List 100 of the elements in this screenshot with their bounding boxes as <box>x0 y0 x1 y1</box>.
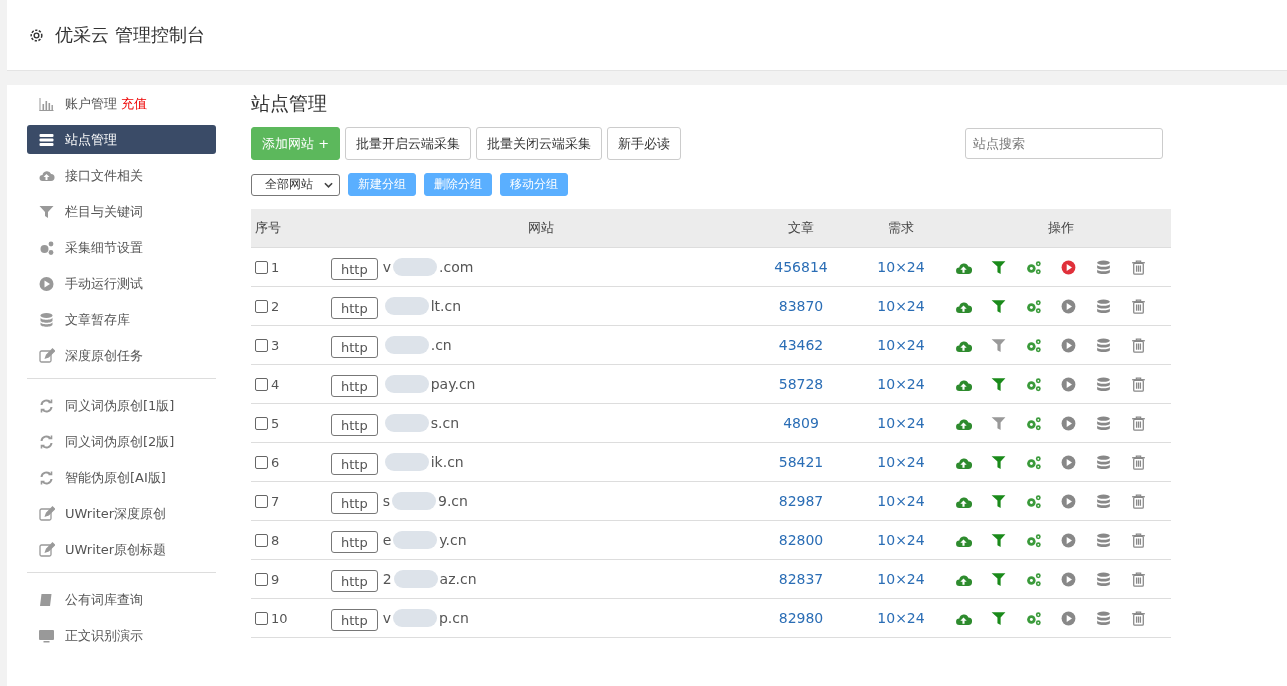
row-checkbox[interactable] <box>255 260 268 274</box>
trash-icon[interactable] <box>1130 259 1147 275</box>
sidebar-item[interactable]: 站点管理 <box>27 125 216 154</box>
play-icon[interactable] <box>1060 610 1077 626</box>
database-icon[interactable] <box>1095 532 1112 548</box>
database-icon[interactable] <box>1095 454 1112 470</box>
row-checkbox[interactable] <box>255 377 268 391</box>
trash-icon[interactable] <box>1130 298 1147 314</box>
database-icon[interactable] <box>1095 415 1112 431</box>
filter-icon[interactable] <box>990 376 1007 392</box>
filter-icon[interactable] <box>990 298 1007 314</box>
toolbar-button[interactable]: 批量关闭云端采集 <box>476 127 603 160</box>
demand-value: 10×24 <box>877 610 925 626</box>
row-checkbox[interactable] <box>255 416 268 430</box>
row-checkbox[interactable] <box>255 455 268 469</box>
sidebar-item[interactable]: UWriter原创标题 <box>27 535 216 564</box>
sidebar-item[interactable]: UWriter深度原创 <box>27 499 216 528</box>
blur-mask <box>393 258 437 276</box>
row-checkbox[interactable] <box>255 338 268 352</box>
sidebar-label: 接口文件相关 <box>65 166 143 185</box>
row-checkbox[interactable] <box>255 572 268 586</box>
sidebar-item[interactable]: 正文识别演示 <box>27 621 216 650</box>
trash-icon[interactable] <box>1130 376 1147 392</box>
filter-icon[interactable] <box>990 610 1007 626</box>
play-icon[interactable] <box>1060 298 1077 314</box>
toolbar-button[interactable]: 新手必读 <box>607 127 682 160</box>
play-icon[interactable] <box>1060 259 1077 275</box>
gears-icon[interactable] <box>1025 532 1042 548</box>
row-number: 8 <box>271 532 280 548</box>
row-number: 4 <box>271 376 280 392</box>
play-icon[interactable] <box>1060 337 1077 353</box>
gears-icon[interactable] <box>1025 415 1042 431</box>
play-icon[interactable] <box>1060 415 1077 431</box>
sidebar-label: 同义词伪原创[2版] <box>65 432 175 451</box>
filter-icon[interactable] <box>990 337 1007 353</box>
database-icon[interactable] <box>1095 337 1112 353</box>
row-checkbox[interactable] <box>255 533 268 547</box>
scheme-tag: http <box>331 570 378 592</box>
database-icon[interactable] <box>1095 259 1112 275</box>
filter-icon[interactable] <box>990 259 1007 275</box>
demand-value: 10×24 <box>877 376 925 392</box>
gears-icon[interactable] <box>1025 337 1042 353</box>
trash-icon[interactable] <box>1130 610 1147 626</box>
filter-icon[interactable] <box>990 493 1007 509</box>
database-icon[interactable] <box>1095 571 1112 587</box>
sidebar-item[interactable]: 智能伪原创[AI版] <box>27 463 216 492</box>
trash-icon[interactable] <box>1130 337 1147 353</box>
filter-icon[interactable] <box>990 415 1007 431</box>
sidebar-item[interactable]: 账户管理 充值 <box>27 89 216 118</box>
database-icon <box>38 311 55 328</box>
gears-icon[interactable] <box>1025 571 1042 587</box>
scheme-tag: http <box>331 258 378 280</box>
play-icon[interactable] <box>1060 532 1077 548</box>
row-number: 1 <box>271 259 280 275</box>
article-count: 58728 <box>778 376 824 392</box>
play-icon[interactable] <box>1060 454 1077 470</box>
database-icon[interactable] <box>1095 298 1112 314</box>
gears-icon[interactable] <box>1025 454 1042 470</box>
row-checkbox[interactable] <box>255 299 268 313</box>
scheme-tag: http <box>331 375 378 397</box>
trash-icon[interactable] <box>1130 454 1147 470</box>
sidebar-item[interactable]: 公有词库查询 <box>27 585 216 614</box>
filter-icon[interactable] <box>990 454 1007 470</box>
row-number: 7 <box>271 493 280 509</box>
play-icon[interactable] <box>1060 493 1077 509</box>
sidebar-item[interactable]: 深度原创任务 <box>27 341 216 370</box>
blur-mask <box>393 531 438 549</box>
gears-icon[interactable] <box>1025 259 1042 275</box>
sidebar-item[interactable]: 手动运行测试 <box>27 269 216 298</box>
database-icon[interactable] <box>1095 493 1112 509</box>
filter-icon[interactable] <box>990 532 1007 548</box>
sidebar-item[interactable]: 接口文件相关 <box>27 161 216 190</box>
gears-icon[interactable] <box>1025 493 1042 509</box>
gears-icon[interactable] <box>1025 298 1042 314</box>
database-icon[interactable] <box>1095 376 1112 392</box>
row-checkbox[interactable] <box>255 611 268 625</box>
sidebar-item[interactable]: 文章暂存库 <box>27 305 216 334</box>
trash-icon[interactable] <box>1130 415 1147 431</box>
blur-mask <box>393 570 438 588</box>
sidebar-item[interactable]: 栏目与关键词 <box>27 197 216 226</box>
gears-icon[interactable] <box>1025 376 1042 392</box>
search-field[interactable]: 站点搜索 <box>965 128 1163 159</box>
play-icon[interactable] <box>1060 376 1077 392</box>
row-checkbox[interactable] <box>255 494 268 508</box>
sidebar-item[interactable]: 同义词伪原创[1版] <box>27 391 216 420</box>
trash-icon[interactable] <box>1130 493 1147 509</box>
article-count: 82987 <box>778 493 824 509</box>
filter-icon[interactable] <box>990 571 1007 587</box>
gears-icon[interactable] <box>1025 610 1042 626</box>
group-select[interactable]: 全部网站 <box>251 173 340 196</box>
blur-mask <box>384 336 429 354</box>
trash-icon[interactable] <box>1130 532 1147 548</box>
play-icon[interactable] <box>1060 571 1077 587</box>
recharge-link[interactable]: 充值 <box>121 94 147 113</box>
database-icon[interactable] <box>1095 610 1112 626</box>
toolbar-button[interactable]: 批量开启云端采集 <box>345 127 472 160</box>
page-title: 站点管理 <box>251 91 328 116</box>
sidebar-item[interactable]: 采集细节设置 <box>27 233 216 262</box>
sidebar-item[interactable]: 同义词伪原创[2版] <box>27 427 216 456</box>
trash-icon[interactable] <box>1130 571 1147 587</box>
